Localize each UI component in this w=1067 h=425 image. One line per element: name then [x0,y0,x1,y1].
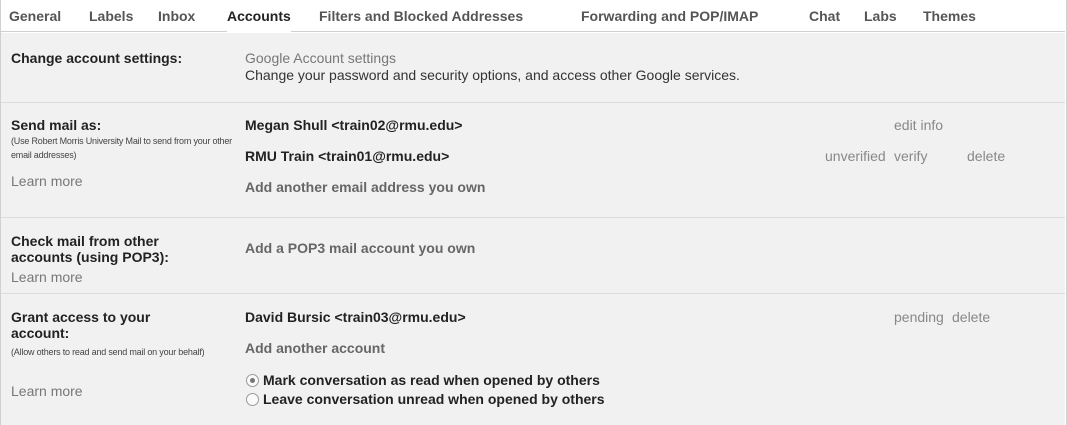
tab-general[interactable]: General [9,0,61,32]
change-account-label: Change account settings: [11,50,183,66]
check-mail-learn-more-link[interactable]: Learn more [11,269,83,285]
tab-labels[interactable]: Labels [89,0,133,32]
change-account-desc: Change your password and security option… [245,67,740,83]
tab-forwarding[interactable]: Forwarding and POP/IMAP [581,0,758,32]
delete-link[interactable]: delete [952,309,990,325]
send-mail-section: Send mail as: (Use Robert Morris Univers… [1,104,1065,218]
grant-access-learn-more-link[interactable]: Learn more [11,383,83,399]
delete-link[interactable]: delete [967,148,1005,164]
add-pop3-account-link[interactable]: Add a POP3 mail account you own [245,240,475,256]
send-as-address: Megan Shull <train02@rmu.edu> [245,117,463,133]
google-account-settings-link[interactable]: Google Account settings [245,50,396,66]
delegate-address: David Bursic <train03@rmu.edu> [245,309,466,325]
verify-link[interactable]: verify [894,148,927,164]
send-mail-learn-more-link[interactable]: Learn more [11,173,83,189]
send-mail-label: Send mail as: [11,117,102,133]
grant-access-label: Grant access to your account: [11,309,151,341]
mark-read-radio[interactable] [246,374,259,387]
tab-filters[interactable]: Filters and Blocked Addresses [319,0,523,32]
settings-content: Change account settings: Google Account … [1,33,1065,425]
edit-info-link[interactable]: edit info [894,117,943,133]
change-account-section: Change account settings: Google Account … [1,33,1065,103]
send-mail-help: (Use Robert Morris University Mail to se… [11,136,232,160]
unverified-status: unverified [825,148,886,164]
add-another-account-link[interactable]: Add another account [245,340,385,356]
check-mail-label: Check mail from other accounts (using PO… [11,233,169,265]
add-email-address-link[interactable]: Add another email address you own [245,179,485,195]
tab-themes[interactable]: Themes [923,0,976,32]
pending-status: pending [894,309,944,325]
grant-access-help: (Allow others to read and send mail on y… [11,347,205,357]
leave-unread-radio[interactable] [246,393,259,406]
tab-labs[interactable]: Labs [864,0,897,32]
mark-read-option-label: Mark conversation as read when opened by… [263,372,600,388]
tab-chat[interactable]: Chat [809,0,840,32]
settings-tabs: General Labels Inbox Accounts Filters an… [1,0,1065,32]
grant-access-section: Grant access to your account: (Allow oth… [1,295,1065,425]
tab-accounts[interactable]: Accounts [227,0,291,32]
send-as-address: RMU Train <train01@rmu.edu> [245,148,450,164]
tab-inbox[interactable]: Inbox [158,0,195,32]
check-mail-section: Check mail from other accounts (using PO… [1,219,1065,294]
leave-unread-option-label: Leave conversation unread when opened by… [263,391,605,407]
